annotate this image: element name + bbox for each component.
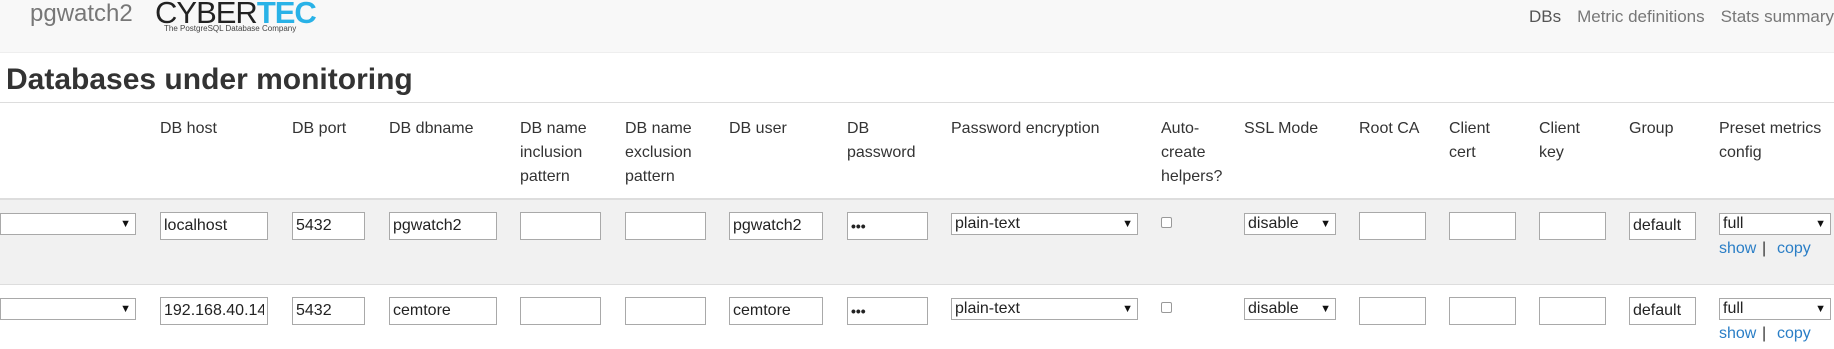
col-header-db-name-exclusion: DB name exclusion pattern — [625, 120, 692, 185]
chevron-down-icon: ▼ — [1815, 218, 1826, 230]
auto-create-helpers-checkbox[interactable] — [1161, 302, 1172, 313]
chevron-down-icon: ▼ — [120, 218, 131, 230]
auto-create-helpers-checkbox[interactable] — [1161, 217, 1172, 228]
chevron-down-icon: ▼ — [1320, 218, 1331, 230]
db-port-input[interactable] — [292, 297, 365, 325]
brand-name[interactable]: pgwatch2 — [30, 0, 133, 28]
ssl-mode-value: disable — [1248, 215, 1299, 232]
nav-links: DBs Metric definitions Stats summary — [1513, 6, 1834, 28]
col-header-db-name-inclusion: DB name inclusion pattern — [520, 120, 587, 185]
root-ca-input[interactable] — [1359, 297, 1426, 325]
ssl-mode-select[interactable]: disable ▼ — [1244, 213, 1336, 235]
db-name-exclusion-input[interactable] — [625, 297, 706, 325]
chevron-down-icon: ▼ — [120, 303, 131, 315]
db-password-input[interactable]: ••• — [847, 297, 928, 325]
client-cert-input[interactable] — [1449, 297, 1516, 325]
db-dbname-input[interactable] — [389, 297, 497, 325]
preset-metrics-value: full — [1723, 300, 1744, 317]
logo-tagline: The PostgreSQL Database Company — [164, 24, 297, 33]
preset-metrics-select[interactable]: full ▼ — [1719, 213, 1831, 235]
chevron-down-icon: ▼ — [1815, 303, 1826, 315]
db-password-input[interactable]: ••• — [847, 212, 928, 240]
col-header-root-ca: Root CA — [1359, 120, 1420, 137]
password-encryption-value: plain-text — [955, 215, 1020, 232]
db-host-input[interactable] — [160, 297, 268, 325]
db-user-input[interactable] — [729, 212, 823, 240]
col-header-db-password: DB password — [847, 120, 916, 161]
copy-link[interactable]: copy — [1777, 239, 1811, 259]
password-encryption-value: plain-text — [955, 300, 1020, 317]
navbar: pgwatch2 CYBERTEC The PostgreSQL Databas… — [0, 0, 1834, 53]
col-header-ssl-mode: SSL Mode — [1244, 120, 1319, 137]
col-header-db-dbname: DB dbname — [389, 120, 474, 137]
ssl-mode-select[interactable]: disable ▼ — [1244, 298, 1336, 320]
link-separator: | — [1762, 325, 1767, 342]
col-header-password-encryption: Password encryption — [951, 120, 1100, 137]
table-row: ▼ ••• plain-text▼ disable▼ full▼ show | … — [0, 285, 1834, 349]
group-input[interactable] — [1629, 212, 1696, 240]
col-header-client-cert: Client cert — [1449, 120, 1490, 161]
preset-metrics-value: full — [1723, 215, 1744, 232]
table-top-border — [0, 102, 1834, 103]
preset-metrics-select[interactable]: full ▼ — [1719, 298, 1831, 320]
db-name-exclusion-input[interactable] — [625, 212, 706, 240]
password-encryption-select[interactable]: plain-text ▼ — [951, 298, 1138, 320]
col-header-preset-metrics-config: Preset metrics config — [1719, 120, 1822, 161]
nav-stats-summary[interactable]: Stats summary — [1721, 6, 1834, 28]
group-input[interactable] — [1629, 297, 1696, 325]
nav-metric-definitions[interactable]: Metric definitions — [1577, 6, 1705, 28]
db-host-input[interactable] — [160, 212, 268, 240]
table-row: ▼ ••• plain-text▼ disable▼ full▼ show | … — [0, 200, 1834, 284]
page-title: Databases under monitoring — [6, 63, 413, 96]
link-separator: | — [1762, 240, 1767, 257]
db-dbname-input[interactable] — [389, 212, 497, 240]
db-user-input[interactable] — [729, 297, 823, 325]
col-header-db-user: DB user — [729, 120, 787, 137]
show-link[interactable]: show — [1719, 239, 1756, 259]
db-port-input[interactable] — [292, 212, 365, 240]
chevron-down-icon: ▼ — [1122, 303, 1133, 315]
cybertec-logo: CYBERTEC The PostgreSQL Database Company — [155, 0, 317, 36]
col-header-auto-create-helpers: Auto-create helpers? — [1161, 120, 1223, 185]
col-header-client-key: Client key — [1539, 120, 1580, 161]
col-header-db-port: DB port — [292, 120, 347, 137]
client-key-input[interactable] — [1539, 297, 1606, 325]
db-type-select[interactable]: ▼ — [0, 298, 136, 320]
client-key-input[interactable] — [1539, 212, 1606, 240]
db-name-inclusion-input[interactable] — [520, 212, 601, 240]
copy-link[interactable]: copy — [1777, 324, 1811, 344]
chevron-down-icon: ▼ — [1122, 218, 1133, 230]
col-header-db-host: DB host — [160, 120, 217, 137]
nav-dbs[interactable]: DBs — [1529, 6, 1561, 28]
client-cert-input[interactable] — [1449, 212, 1516, 240]
show-link[interactable]: show — [1719, 324, 1756, 344]
db-name-inclusion-input[interactable] — [520, 297, 601, 325]
password-encryption-select[interactable]: plain-text ▼ — [951, 213, 1138, 235]
ssl-mode-value: disable — [1248, 300, 1299, 317]
col-header-group: Group — [1629, 120, 1674, 137]
db-type-select[interactable]: ▼ — [0, 213, 136, 235]
chevron-down-icon: ▼ — [1320, 303, 1331, 315]
root-ca-input[interactable] — [1359, 212, 1426, 240]
